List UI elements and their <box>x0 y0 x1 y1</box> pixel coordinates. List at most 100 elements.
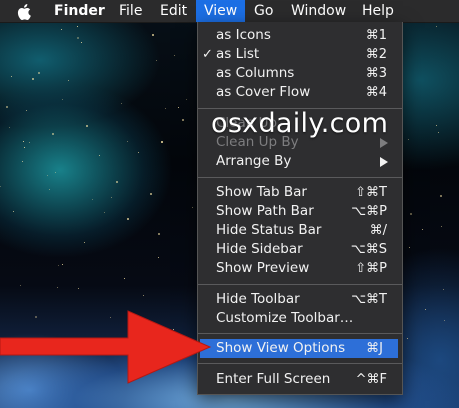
star-dot <box>21 161 23 163</box>
star-dot <box>158 257 160 259</box>
star-dot <box>422 229 424 231</box>
star-dot <box>138 152 140 154</box>
star-dot <box>32 78 35 81</box>
star-dot <box>182 118 185 121</box>
star-dot <box>438 132 440 134</box>
menu-item-label: Show Path Bar <box>216 203 314 219</box>
view-dropdown-menu: as Icons ⌘1 ✓ as List ⌘2 as Columns ⌘3 a… <box>197 22 403 395</box>
star-dot <box>37 72 40 75</box>
star-dot <box>51 133 54 136</box>
menu-item-label: Show View Options <box>216 340 346 356</box>
star-dot <box>192 206 194 208</box>
menu-item-as-list[interactable]: ✓ as List ⌘2 <box>198 45 402 64</box>
star-dot <box>49 188 51 190</box>
watermark-text: osxdaily.com <box>211 108 389 139</box>
menu-item-label: Hide Status Bar <box>216 222 322 238</box>
menu-item-shortcut: ⌘1 <box>365 28 387 43</box>
menu-item-as-icons[interactable]: as Icons ⌘1 <box>198 26 402 45</box>
menu-go[interactable]: Go <box>254 0 273 22</box>
menu-item-hide-toolbar[interactable]: Hide Toolbar ⌥⌘T <box>198 290 402 309</box>
menu-item-show-path-bar[interactable]: Show Path Bar ⌥⌘P <box>198 202 402 221</box>
chevron-right-icon <box>380 157 388 167</box>
star-dot <box>0 185 2 187</box>
menu-item-label: Customize Toolbar… <box>216 310 354 326</box>
star-dot <box>61 29 63 31</box>
star-dot <box>55 171 57 173</box>
menu-item-label: as Columns <box>216 65 295 81</box>
star-dot <box>85 125 88 128</box>
menu-item-shortcut: ⌘3 <box>365 66 387 81</box>
star-dot <box>91 199 93 201</box>
menu-item-hide-status-bar[interactable]: Hide Status Bar ⌘/ <box>198 221 402 240</box>
menu-edit[interactable]: Edit <box>160 0 187 22</box>
menu-finder[interactable]: Finder <box>54 0 105 22</box>
menu-item-shortcut: ⇧⌘P <box>355 261 387 276</box>
star-dot <box>151 34 154 37</box>
star-dot <box>47 174 49 176</box>
menu-item-label: Hide Toolbar <box>216 291 300 307</box>
menu-view[interactable]: View <box>196 0 246 22</box>
star-dot <box>6 105 9 108</box>
star-dot <box>410 212 413 215</box>
apple-logo-icon[interactable] <box>17 4 31 20</box>
star-dot <box>68 80 70 82</box>
menu-item-label: as List <box>216 46 260 62</box>
star-dot <box>408 246 410 248</box>
star-dot <box>185 98 187 100</box>
star-dot <box>26 109 28 111</box>
menu-item-shortcut: ⌘J <box>366 341 383 356</box>
star-dot <box>98 154 100 156</box>
star-dot <box>150 193 153 196</box>
star-dot <box>165 107 167 109</box>
star-dot <box>178 107 180 109</box>
menu-item-label: Show Tab Bar <box>216 184 307 200</box>
red-arrow-icon <box>0 310 212 384</box>
star-dot <box>57 286 59 288</box>
menu-item-label: as Icons <box>216 27 271 43</box>
chevron-right-icon <box>380 138 388 148</box>
menu-window[interactable]: Window <box>291 0 346 22</box>
star-dot <box>440 194 443 197</box>
menu-item-hide-sidebar[interactable]: Hide Sidebar ⌥⌘S <box>198 240 402 259</box>
menu-separator <box>198 177 402 178</box>
menu-item-shortcut: ⌘/ <box>369 223 387 238</box>
star-dot <box>29 142 31 144</box>
star-dot <box>441 226 443 228</box>
menu-item-show-preview[interactable]: Show Preview ⇧⌘P <box>198 259 402 278</box>
star-dot <box>143 294 145 296</box>
star-dot <box>62 98 64 100</box>
star-dot <box>116 181 119 184</box>
menu-item-shortcut: ⌥⌘P <box>351 204 387 219</box>
menu-separator <box>198 363 402 364</box>
star-dot <box>126 141 128 143</box>
star-dot <box>443 288 445 290</box>
menu-separator <box>198 284 402 285</box>
star-dot <box>19 284 21 286</box>
menu-item-arrange-by[interactable]: Arrange By <box>198 152 402 171</box>
menu-help[interactable]: Help <box>362 0 394 22</box>
menu-file[interactable]: File <box>119 0 142 22</box>
menu-bar: Finder File Edit View Go Window Help <box>0 0 459 23</box>
star-dot <box>77 37 80 40</box>
star-dot <box>80 41 82 43</box>
menu-item-enter-full-screen[interactable]: Enter Full Screen ^⌘F <box>198 370 402 389</box>
star-dot <box>76 25 78 27</box>
menu-item-show-view-options[interactable]: Show View Options ⌘J <box>200 339 398 358</box>
menu-item-shortcut: ⌘4 <box>365 85 387 100</box>
star-dot <box>435 125 437 127</box>
star-dot <box>126 218 129 221</box>
menu-item-shortcut: ⌘2 <box>365 47 387 62</box>
star-dot <box>121 103 123 105</box>
star-dot <box>111 197 113 199</box>
menu-item-show-tab-bar[interactable]: Show Tab Bar ⇧⌘T <box>198 183 402 202</box>
menu-item-label: Show Preview <box>216 260 310 276</box>
star-dot <box>104 211 106 213</box>
menu-item-label: Arrange By <box>216 153 292 169</box>
menu-item-as-cover-flow[interactable]: as Cover Flow ⌘4 <box>198 83 402 102</box>
menu-item-customize-toolbar[interactable]: Customize Toolbar… <box>198 309 402 328</box>
menu-item-shortcut: ⇧⌘T <box>355 185 387 200</box>
star-dot <box>124 277 126 279</box>
menu-item-as-columns[interactable]: as Columns ⌘3 <box>198 64 402 83</box>
star-dot <box>158 233 161 236</box>
star-dot <box>84 241 86 243</box>
